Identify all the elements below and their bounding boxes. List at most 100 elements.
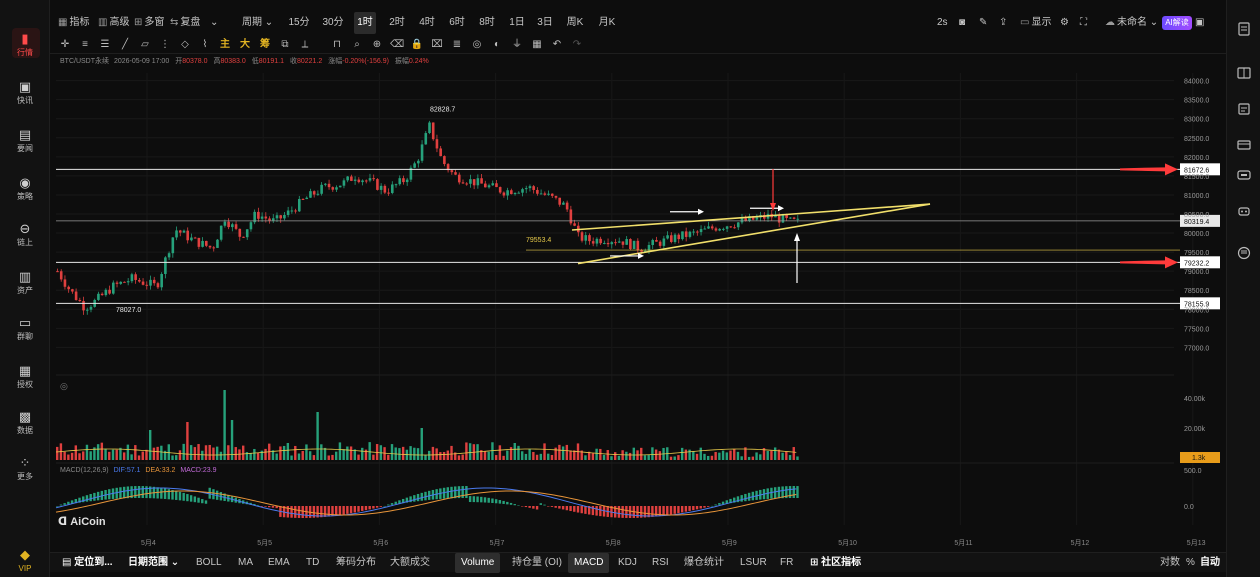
macd-histogram-bar: [662, 506, 665, 516]
macd-histogram-bar: [465, 486, 468, 499]
camera-icon[interactable]: ◙: [959, 12, 965, 34]
main-indicator-2[interactable]: EMA: [268, 553, 290, 573]
visibility-icon[interactable]: ◎: [470, 38, 484, 52]
refresh-interval[interactable]: 2s: [937, 12, 948, 34]
save-icon[interactable]: ▣: [1195, 12, 1204, 34]
positions-icon[interactable]: [1237, 138, 1251, 152]
layers-icon[interactable]: ≣: [450, 38, 464, 52]
eraser-icon[interactable]: ⌫: [390, 38, 404, 52]
palette-icon[interactable]: ◐: [490, 38, 504, 52]
percent-scale-toggle[interactable]: %: [1186, 553, 1195, 573]
table-icon[interactable]: ▦: [530, 38, 544, 52]
ai-analysis-badge[interactable]: AI解读: [1162, 16, 1192, 30]
timeframe-4[interactable]: 4时: [416, 12, 438, 34]
undo-icon[interactable]: ↶: [550, 38, 564, 52]
timeframe-1[interactable]: 30分: [320, 12, 346, 34]
ruler-icon[interactable]: ⌕: [350, 38, 364, 52]
macd-histogram-bar: [521, 506, 524, 507]
volume-eye-icon[interactable]: ◎: [60, 381, 68, 391]
date-range-dropdown[interactable]: 日期范围 ⌄: [128, 553, 179, 573]
sub-indicator-4[interactable]: RSI: [652, 553, 669, 573]
sub-indicator-2[interactable]: MACD: [568, 553, 610, 573]
main-indicator-4[interactable]: 筹码分布: [336, 553, 376, 573]
redo-icon[interactable]: ↷: [570, 38, 584, 52]
nav-item-7[interactable]: ▦ 授权: [0, 360, 50, 404]
lock-icon[interactable]: 🔒: [410, 38, 424, 52]
sub-indicator-5[interactable]: 爆仓统计: [684, 553, 724, 573]
advanced-button[interactable]: ▥ 高级: [98, 12, 129, 34]
nav-item-5[interactable]: ▥ 资产: [0, 266, 50, 310]
macd-histogram-bar: [625, 506, 628, 518]
main-indicator-5[interactable]: 大额成交: [390, 553, 430, 573]
parallel-lines-icon[interactable]: ☰: [98, 38, 112, 52]
crosshair-icon[interactable]: ✛: [58, 38, 72, 52]
chip-icon[interactable]: 筹: [258, 38, 272, 52]
measure-icon[interactable]: ⟂: [298, 38, 312, 52]
large-order-icon[interactable]: 大: [238, 38, 252, 52]
community-indicators-button[interactable]: ⊞ 社区指标: [810, 553, 861, 573]
multi-window-button[interactable]: ⊞ 多窗: [134, 12, 164, 34]
timeframe-0[interactable]: 15分: [286, 12, 312, 34]
fib-icon[interactable]: ⋮: [158, 38, 172, 52]
candle-body: [413, 163, 416, 168]
timeframe-9[interactable]: 周K: [564, 12, 586, 34]
main-indicator-0[interactable]: BOLL: [196, 553, 222, 573]
settings-icon[interactable]: ⚙: [1060, 12, 1069, 34]
nav-item-9[interactable]: ⁘ 更多: [0, 452, 50, 496]
filter-icon[interactable]: ⏚: [510, 38, 524, 52]
sync-icon[interactable]: [1237, 246, 1251, 260]
timeframe-6[interactable]: 8时: [476, 12, 498, 34]
brush-icon[interactable]: ⌇: [198, 38, 212, 52]
shapes-icon[interactable]: ◇: [178, 38, 192, 52]
layout-name-dropdown[interactable]: ☁ 未命名 ⌄: [1105, 12, 1158, 34]
document-list-icon[interactable]: [1237, 22, 1251, 36]
log-scale-toggle[interactable]: 对数: [1160, 553, 1180, 573]
channel-icon[interactable]: ▱: [138, 38, 152, 52]
wedge-lower-line[interactable]: [577, 203, 931, 265]
share-icon[interactable]: ⇪: [999, 12, 1007, 34]
pattern-icon[interactable]: ⧉: [278, 38, 292, 52]
price-chart[interactable]: 81672.680319.479232.278155.979553.482828…: [50, 55, 1226, 551]
edit-icon[interactable]: ✎: [979, 12, 987, 34]
timeframe-2[interactable]: 1时: [354, 12, 376, 34]
sub-indicator-0[interactable]: Volume: [455, 553, 501, 573]
sub-indicator-7[interactable]: FR: [780, 553, 793, 573]
main-force-icon[interactable]: 主: [218, 38, 232, 52]
timeframe-3[interactable]: 2时: [386, 12, 408, 34]
sub-indicator-6[interactable]: LSUR: [740, 553, 767, 573]
wallet-card-icon[interactable]: [1237, 168, 1251, 182]
main-indicator-3[interactable]: TD: [306, 553, 319, 573]
trades-icon[interactable]: [1237, 102, 1251, 116]
nav-item-2[interactable]: ▤ 要闻: [0, 124, 50, 168]
timeframe-8[interactable]: 3日: [534, 12, 556, 34]
wedge-pattern[interactable]: [571, 169, 931, 283]
auto-scale-toggle[interactable]: 自动: [1200, 553, 1220, 573]
sub-indicator-1[interactable]: 持仓量 (OI): [512, 553, 562, 573]
collapse-chevron[interactable]: ⌄: [210, 12, 218, 34]
nav-item-3[interactable]: ◉ 策略: [0, 172, 50, 216]
delete-icon[interactable]: ⌧: [430, 38, 444, 52]
robot-helper-icon[interactable]: [1237, 204, 1251, 218]
indicators-button[interactable]: ▦ 指标: [58, 12, 89, 34]
main-indicator-1[interactable]: MA: [238, 553, 253, 573]
timeframe-5[interactable]: 6时: [446, 12, 468, 34]
timeframe-10[interactable]: 月K: [596, 12, 618, 34]
nav-item-0[interactable]: ▮ 行情: [0, 28, 50, 72]
locate-button[interactable]: ▤ 定位到...: [62, 553, 113, 573]
timeframe-7[interactable]: 1日: [506, 12, 528, 34]
trend-line-icon[interactable]: ╱: [118, 38, 132, 52]
nav-item-1[interactable]: ▣ 快讯: [0, 76, 50, 120]
period-dropdown[interactable]: 周期 ⌄: [242, 12, 273, 34]
nav-item-8[interactable]: ▩ 数据: [0, 406, 50, 450]
horizontal-line-icon[interactable]: ≡: [78, 38, 92, 52]
display-button[interactable]: ▭ 显示: [1020, 12, 1051, 34]
zoom-icon[interactable]: ⊕: [370, 38, 384, 52]
nav-item-10[interactable]: ◆ VIP: [0, 544, 50, 577]
sub-indicator-3[interactable]: KDJ: [618, 553, 637, 573]
nav-item-6[interactable]: ▭ 群聊: [0, 312, 50, 356]
replay-button[interactable]: ⇆ 复盘: [170, 12, 200, 34]
fullscreen-icon[interactable]: ⛶: [1080, 12, 1087, 34]
magnet-icon[interactable]: ⊓: [330, 38, 344, 52]
order-book-icon[interactable]: [1237, 66, 1251, 80]
nav-item-4[interactable]: ⊖ 链上: [0, 218, 50, 262]
